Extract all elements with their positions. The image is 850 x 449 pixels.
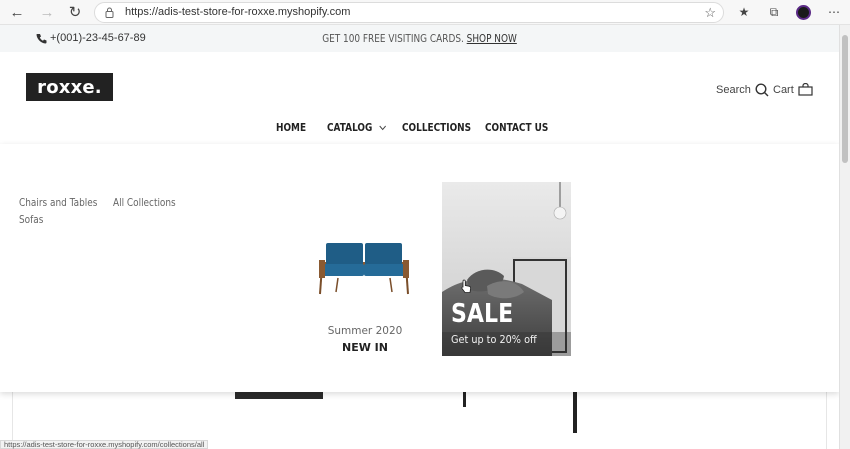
favorite-star-icon[interactable]: ☆ xyxy=(704,5,716,21)
menu-link-all-collections[interactable]: All Collections xyxy=(113,197,176,209)
back-icon[interactable]: ← xyxy=(7,3,27,21)
store-logo[interactable]: roxxe. xyxy=(26,73,113,101)
nav-item-catalog-label: CATALOG xyxy=(327,122,373,134)
more-menu-icon[interactable]: ⋯ xyxy=(824,3,844,21)
announcement-bar: +(001)-23-45-67-89 GET 100 FREE VISITING… xyxy=(0,25,839,52)
menu-link-chairs-tables[interactable]: Chairs and Tables xyxy=(19,197,97,209)
nav-item-catalog[interactable]: CATALOG xyxy=(327,122,387,134)
cart-label: Cart xyxy=(773,83,794,96)
sale-subtitle: Get up to 20% off xyxy=(451,333,537,346)
promo-new-title[interactable]: NEW IN xyxy=(300,341,430,354)
nav-item-collections[interactable]: COLLECTIONS xyxy=(402,122,471,134)
lock-icon xyxy=(105,7,114,18)
main-navigation: HOME CATALOG COLLECTIONS CONTACT US xyxy=(0,122,839,136)
catalog-mega-menu: Chairs and Tables All Collections Sofas … xyxy=(0,144,839,392)
scrollbar-thumb[interactable] xyxy=(842,35,848,163)
sale-background-image xyxy=(442,182,571,356)
collections-icon[interactable]: ⧉ xyxy=(764,3,784,21)
cart-link[interactable]: Cart xyxy=(773,83,813,96)
reload-icon[interactable]: ↻ xyxy=(65,3,85,21)
page-scrollbar[interactable] xyxy=(839,25,850,449)
forward-icon[interactable]: → xyxy=(37,3,57,21)
shop-now-link[interactable]: SHOP NOW xyxy=(467,33,517,45)
profile-avatar[interactable] xyxy=(793,3,813,21)
url-text: https://adis-test-store-for-roxxe.myshop… xyxy=(125,6,351,18)
furniture-leg xyxy=(463,392,466,407)
promo-message: GET 100 FREE VISITING CARDS. SHOP NOW xyxy=(63,33,776,45)
chevron-down-icon xyxy=(379,125,386,131)
browser-toolbar: ← → ↻ https://adis-test-store-for-roxxe.… xyxy=(0,0,850,25)
search-label: Search xyxy=(716,84,751,96)
favorites-icon[interactable]: ★ xyxy=(734,3,754,21)
search-icon xyxy=(755,83,769,97)
link-status-bar: https://adis-test-store-for-roxxe.myshop… xyxy=(0,440,209,449)
promo-text: GET 100 FREE VISITING CARDS. xyxy=(322,33,464,45)
nav-item-contact[interactable]: CONTACT US xyxy=(485,122,548,134)
sofa-image[interactable] xyxy=(316,240,412,296)
search-link[interactable]: Search xyxy=(716,83,769,97)
sale-title: SALE xyxy=(451,299,514,329)
phone-icon xyxy=(36,33,47,43)
hand-cursor-icon xyxy=(461,279,472,293)
sale-promo-card[interactable]: SALE Get up to 20% off xyxy=(442,182,571,356)
promo-new-subtitle: Summer 2020 xyxy=(327,325,403,337)
nav-item-home[interactable]: HOME xyxy=(276,122,306,134)
menu-link-sofas[interactable]: Sofas xyxy=(19,214,43,226)
furniture-leg xyxy=(573,392,577,433)
hero-dark-bar xyxy=(235,392,323,399)
address-bar[interactable]: https://adis-test-store-for-roxxe.myshop… xyxy=(94,2,724,23)
cart-bag-icon xyxy=(798,83,813,96)
